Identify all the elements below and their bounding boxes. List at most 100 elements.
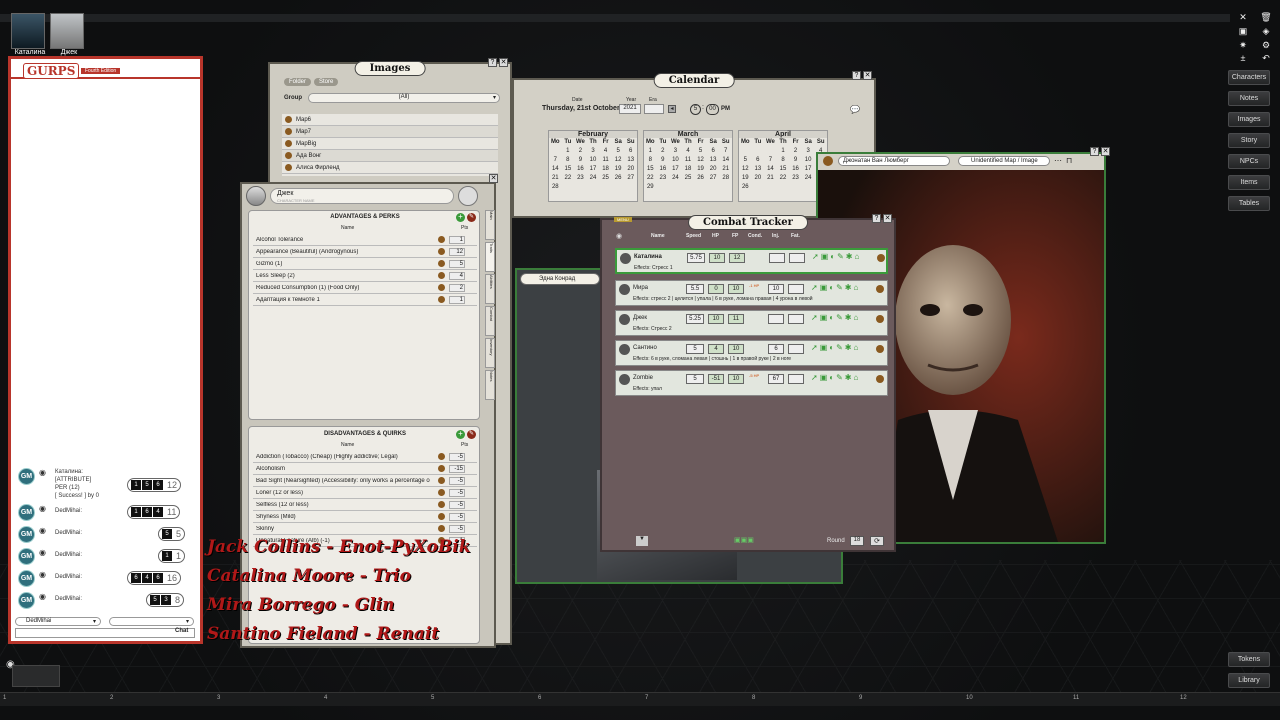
link-icon[interactable] xyxy=(438,465,445,472)
link-icon[interactable] xyxy=(438,236,445,243)
menu-npcs[interactable]: NPCs xyxy=(1228,154,1270,169)
trait-points[interactable]: -5 xyxy=(449,524,465,533)
calendar-day[interactable] xyxy=(549,147,562,156)
edit-icon[interactable]: ✎ xyxy=(467,430,476,439)
edit-icon[interactable]: ✎ xyxy=(467,213,476,222)
stat-hp[interactable]: 4 xyxy=(708,344,724,354)
calendar-day[interactable]: 15 xyxy=(777,165,790,174)
list-item[interactable]: Loner (12 or less) -5 xyxy=(253,487,477,499)
calendar-day[interactable]: 12 xyxy=(612,156,625,165)
combatant-name[interactable]: Джек xyxy=(633,315,647,321)
calendar-day[interactable]: 4 xyxy=(599,147,612,156)
calendar-day[interactable]: 25 xyxy=(682,174,695,183)
eye-icon[interactable]: ◉ xyxy=(616,232,622,240)
stat-speed[interactable]: 5 xyxy=(686,374,704,384)
calendar-day[interactable]: 21 xyxy=(549,174,562,183)
calendar-day[interactable]: 13 xyxy=(752,165,765,174)
stat-fatigue[interactable] xyxy=(788,284,804,294)
combatant-row[interactable]: Мира 5.5 0 10 -1 HP 10 ➚▣◐✎✱⌂ Effects: стресс 2… xyxy=(615,280,888,306)
link-icon[interactable] xyxy=(438,513,445,520)
close-icon[interactable]: ✕ xyxy=(1235,12,1251,22)
year-field[interactable]: 2021 xyxy=(619,104,641,114)
menu-images[interactable]: Images xyxy=(1228,112,1270,127)
link-icon[interactable] xyxy=(438,477,445,484)
link-icon[interactable] xyxy=(438,272,445,279)
link-icon[interactable] xyxy=(876,315,884,323)
tab-traits[interactable]: Traits xyxy=(485,242,495,272)
combatant-name[interactable]: Мира xyxy=(633,285,648,291)
link-icon[interactable] xyxy=(876,285,884,293)
eye-icon[interactable]: ◉ xyxy=(39,592,51,601)
action-icons[interactable]: ➚▣◐✎✱⌂ xyxy=(811,283,860,292)
gear-icon[interactable]: ⚙ xyxy=(1258,40,1274,50)
chat-bubble-icon[interactable]: 💬 xyxy=(850,105,860,114)
calendar-day[interactable]: 8 xyxy=(562,156,575,165)
portrait-name[interactable]: Джонатан Ван Люмберг xyxy=(838,156,950,166)
stat-fatigue[interactable] xyxy=(788,344,804,354)
link-icon[interactable] xyxy=(438,296,445,303)
list-item[interactable]: Addiction (Tobacco) (Cheap) (Highly addi… xyxy=(253,451,477,463)
stat-injury[interactable] xyxy=(769,253,785,263)
tab-notes[interactable]: Notes xyxy=(485,370,495,400)
tab-main[interactable]: Main xyxy=(485,210,495,240)
tab-abilities[interactable]: Abilities xyxy=(485,274,495,304)
stat-injury[interactable]: 67 xyxy=(768,374,784,384)
menu-characters[interactable]: Characters xyxy=(1228,70,1270,85)
list-item[interactable]: Reduced Consumption (1) (Food Only) 2 xyxy=(253,282,477,294)
calendar-day[interactable]: 2 xyxy=(789,147,802,156)
round-number[interactable]: 18 xyxy=(850,536,864,546)
prev-icon[interactable]: ◂ xyxy=(668,105,676,113)
calendar-day[interactable]: 10 xyxy=(669,156,682,165)
action-icons[interactable]: ➚▣◐✎✱⌂ xyxy=(811,313,860,322)
help-icon[interactable]: ? xyxy=(852,71,861,80)
party-portrait-katalina[interactable]: Каталина xyxy=(11,13,49,56)
calendar-day[interactable]: 24 xyxy=(669,174,682,183)
stat-injury[interactable]: 10 xyxy=(768,284,784,294)
trait-points[interactable]: -5 xyxy=(449,500,465,509)
stat-speed[interactable]: 5 xyxy=(686,344,704,354)
calendar-day[interactable]: 7 xyxy=(549,156,562,165)
trait-points[interactable]: 4 xyxy=(449,271,465,280)
calendar-day[interactable]: 9 xyxy=(789,156,802,165)
list-item[interactable]: Map7 xyxy=(282,126,498,138)
stat-fp[interactable]: 12 xyxy=(729,253,745,263)
list-item[interactable]: Алиса Фирленд xyxy=(282,162,498,174)
calendar-day[interactable]: 24 xyxy=(802,174,815,183)
calendar-day[interactable]: 29 xyxy=(644,183,657,192)
hour-field[interactable]: 5 xyxy=(690,104,701,115)
calendar-day[interactable]: 4 xyxy=(682,147,695,156)
calendar-day[interactable]: 12 xyxy=(694,156,707,165)
list-item[interactable]: Appearance (Beautiful) (Androgynous) 12 xyxy=(253,246,477,258)
link-icon[interactable] xyxy=(438,284,445,291)
calendar-day[interactable]: 22 xyxy=(777,174,790,183)
close-icon[interactable]: ✕ xyxy=(489,174,498,183)
list-item[interactable]: Ада Вонг xyxy=(282,150,498,162)
hotkey-slot[interactable] xyxy=(12,665,60,687)
tab-inventory[interactable]: Inventory xyxy=(485,338,495,368)
calendar-day[interactable]: 8 xyxy=(777,156,790,165)
stat-hp[interactable]: 0 xyxy=(708,284,724,294)
chat-input[interactable] xyxy=(15,628,195,638)
calendar-day[interactable]: 16 xyxy=(574,165,587,174)
calendar-day[interactable]: 26 xyxy=(694,174,707,183)
next-round-icon[interactable]: ⟳ xyxy=(870,536,884,546)
calendar-day[interactable]: 17 xyxy=(669,165,682,174)
link-icon[interactable] xyxy=(876,345,884,353)
calendar-day[interactable]: 5 xyxy=(739,156,752,165)
list-item[interactable]: Less Sleep (2) 4 xyxy=(253,270,477,282)
tab-store[interactable]: Store xyxy=(314,78,339,86)
list-item[interactable]: Selfless (12 or less) -5 xyxy=(253,499,477,511)
modifier-icon[interactable]: ± xyxy=(1235,53,1251,63)
character-name-field[interactable]: Джек CHARACTER NAME xyxy=(270,188,454,204)
menu-story[interactable]: Story xyxy=(1228,133,1270,148)
help-icon[interactable]: ? xyxy=(1090,147,1099,156)
calendar-day[interactable]: 9 xyxy=(574,156,587,165)
stat-fp[interactable]: 10 xyxy=(728,284,744,294)
calendar-day[interactable]: 19 xyxy=(612,165,625,174)
party-portrait-jack[interactable]: Джек xyxy=(50,13,88,56)
calendar-day[interactable]: 26 xyxy=(739,183,752,192)
list-item[interactable]: Alcohol Tolerance 1 xyxy=(253,234,477,246)
stat-fp[interactable]: 10 xyxy=(728,374,744,384)
calendar-day[interactable] xyxy=(764,147,777,156)
calendar-day[interactable]: 19 xyxy=(694,165,707,174)
